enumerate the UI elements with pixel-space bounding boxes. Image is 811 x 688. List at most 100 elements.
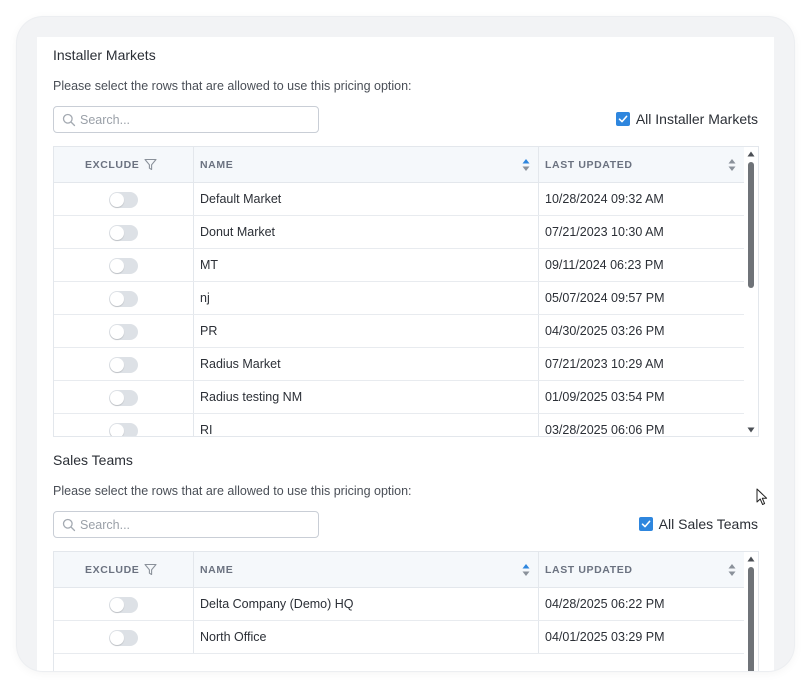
all-installer-markets-label: All Installer Markets: [635, 111, 758, 127]
table-row[interactable]: Default Market 10/28/2024 09:32 AM: [54, 183, 744, 216]
row-last-updated: 03/28/2025 06:06 PM: [545, 423, 665, 437]
table-row[interactable]: nj 05/07/2024 09:57 PM: [54, 282, 744, 315]
column-label-name: NAME: [200, 564, 234, 576]
table-row[interactable]: MT 09/11/2024 06:23 PM: [54, 249, 744, 282]
column-label-name: NAME: [200, 159, 234, 171]
column-label-exclude: EXCLUDE: [85, 564, 140, 576]
column-header-last-updated[interactable]: LAST UPDATED: [538, 147, 744, 183]
row-name: North Office: [200, 630, 267, 644]
toggle-knob: [110, 292, 124, 306]
exclude-toggle[interactable]: [109, 324, 138, 340]
exclude-toggle[interactable]: [109, 597, 138, 613]
row-name: PR: [200, 324, 218, 338]
search-icon: [62, 518, 76, 532]
row-last-updated: 07/21/2023 10:30 AM: [545, 225, 664, 239]
vertical-scrollbar[interactable]: [744, 552, 758, 671]
filter-icon[interactable]: [144, 563, 157, 576]
exclude-toggle[interactable]: [109, 390, 138, 406]
exclude-toggle[interactable]: [109, 423, 138, 436]
sort-icon[interactable]: [522, 158, 530, 172]
row-last-updated: 04/30/2025 03:26 PM: [545, 324, 665, 338]
scroll-up-icon[interactable]: [747, 556, 755, 562]
all-sales-teams-checkbox[interactable]: All Sales Teams: [638, 516, 758, 532]
toggle-knob: [110, 424, 124, 436]
exclude-toggle[interactable]: [109, 630, 138, 646]
toggle-knob: [110, 325, 124, 339]
scroll-down-icon[interactable]: [747, 427, 755, 433]
exclude-toggle[interactable]: [109, 291, 138, 307]
row-name: Donut Market: [200, 225, 276, 239]
table-row[interactable]: RI 03/28/2025 06:06 PM: [54, 414, 744, 437]
installer-markets-title: Installer Markets: [53, 47, 156, 63]
toggle-knob: [110, 391, 124, 405]
row-name: RI: [200, 423, 213, 437]
toggle-knob: [110, 598, 124, 612]
pricing-option-panel: Installer Markets Please select the rows…: [37, 37, 774, 671]
scroll-up-icon[interactable]: [747, 151, 755, 157]
row-last-updated: 05/07/2024 09:57 PM: [545, 291, 665, 305]
all-installer-markets-checkbox[interactable]: All Installer Markets: [615, 111, 758, 127]
table-row[interactable]: Delta Company (Demo) HQ 04/28/2025 06:22…: [54, 588, 744, 621]
installer-markets-search-input[interactable]: [80, 110, 310, 129]
exclude-toggle[interactable]: [109, 258, 138, 274]
table-row[interactable]: Radius testing NM 01/09/2025 03:54 PM: [54, 381, 744, 414]
column-header-name[interactable]: NAME: [193, 147, 538, 183]
checkbox-checked-icon[interactable]: [615, 112, 630, 126]
sort-icon[interactable]: [728, 158, 736, 172]
mouse-cursor-icon: [756, 488, 768, 505]
grid-header: EXCLUDE NAME LAST UPDATED: [54, 147, 744, 183]
sales-teams-search-input[interactable]: [80, 515, 310, 534]
exclude-toggle[interactable]: [109, 357, 138, 373]
toggle-knob: [110, 631, 124, 645]
row-name: MT: [200, 258, 219, 272]
column-label-last-updated: LAST UPDATED: [545, 564, 633, 576]
row-last-updated: 04/28/2025 06:22 PM: [545, 597, 665, 611]
row-name: nj: [200, 291, 210, 305]
modal-frame: Installer Markets Please select the rows…: [17, 17, 794, 671]
toggle-knob: [110, 259, 124, 273]
filter-icon[interactable]: [144, 158, 157, 171]
column-label-exclude: EXCLUDE: [85, 159, 140, 171]
scrollbar-thumb[interactable]: [748, 567, 754, 671]
exclude-toggle[interactable]: [109, 192, 138, 208]
row-last-updated: 09/11/2024 06:23 PM: [545, 258, 664, 272]
column-label-last-updated: LAST UPDATED: [545, 159, 633, 171]
sort-icon[interactable]: [728, 563, 736, 577]
all-sales-teams-label: All Sales Teams: [658, 516, 758, 532]
sales-teams-search[interactable]: [53, 511, 319, 538]
toggle-knob: [110, 358, 124, 372]
row-last-updated: 01/09/2025 03:54 PM: [545, 390, 665, 404]
sales-teams-description: Please select the rows that are allowed …: [53, 484, 412, 498]
toggle-knob: [110, 193, 124, 207]
table-row[interactable]: Radius Market 07/21/2023 10:29 AM: [54, 348, 744, 381]
search-icon: [62, 113, 76, 127]
row-last-updated: 10/28/2024 09:32 AM: [545, 192, 664, 206]
exclude-toggle[interactable]: [109, 225, 138, 241]
column-header-exclude[interactable]: EXCLUDE: [54, 552, 193, 588]
grid-header: EXCLUDE NAME LAST UPDATED: [54, 552, 744, 588]
sort-icon[interactable]: [522, 563, 530, 577]
table-row[interactable]: North Office 04/01/2025 03:29 PM: [54, 621, 744, 654]
column-header-last-updated[interactable]: LAST UPDATED: [538, 552, 744, 588]
column-header-exclude[interactable]: EXCLUDE: [54, 147, 193, 183]
row-last-updated: 07/21/2023 10:29 AM: [545, 357, 664, 371]
row-name: Delta Company (Demo) HQ: [200, 597, 354, 611]
row-last-updated: 04/01/2025 03:29 PM: [545, 630, 665, 644]
checkbox-checked-icon[interactable]: [638, 517, 653, 531]
sales-teams-title: Sales Teams: [53, 452, 133, 468]
table-row[interactable]: Donut Market 07/21/2023 10:30 AM: [54, 216, 744, 249]
table-row[interactable]: PR 04/30/2025 03:26 PM: [54, 315, 744, 348]
sales-teams-grid: EXCLUDE NAME LAST UPDATED Delta Company …: [53, 551, 759, 671]
installer-markets-description: Please select the rows that are allowed …: [53, 79, 412, 93]
sales-teams-section: Sales Teams Please select the rows that …: [37, 442, 774, 671]
scrollbar-thumb[interactable]: [748, 162, 754, 288]
row-name: Default Market: [200, 192, 282, 206]
installer-markets-search[interactable]: [53, 106, 319, 133]
installer-markets-grid: EXCLUDE NAME LAST UPDATED Default Market: [53, 146, 759, 437]
installer-markets-section: Installer Markets Please select the rows…: [37, 37, 774, 437]
toggle-knob: [110, 226, 124, 240]
vertical-scrollbar[interactable]: [744, 147, 758, 436]
row-name: Radius testing NM: [200, 390, 303, 404]
column-header-name[interactable]: NAME: [193, 552, 538, 588]
row-name: Radius Market: [200, 357, 281, 371]
